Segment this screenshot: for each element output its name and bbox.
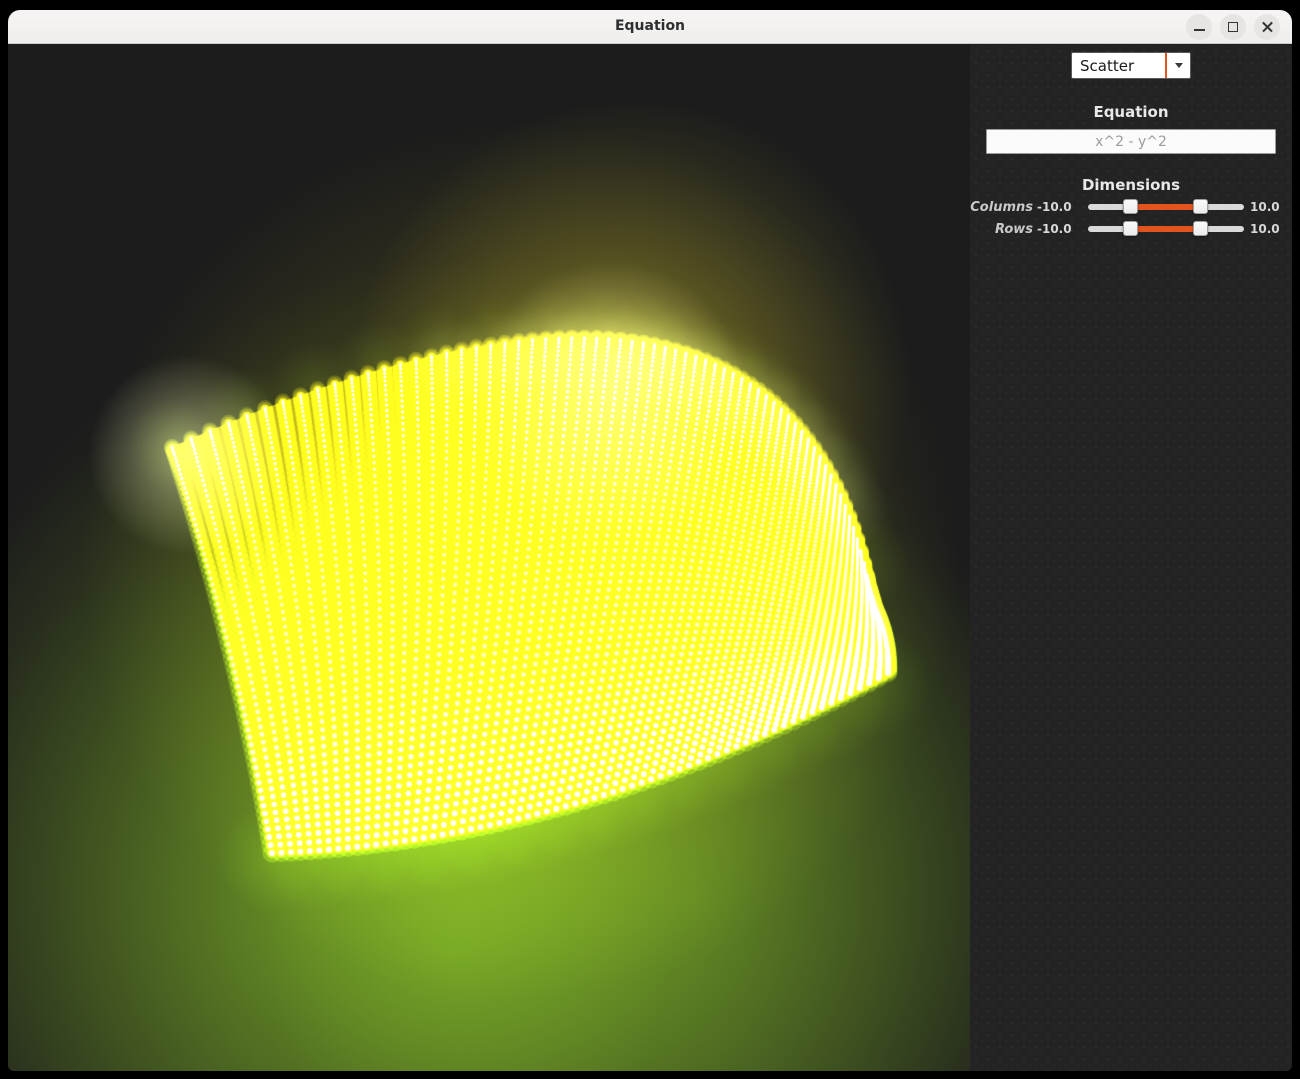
- slider-fill: [1131, 204, 1201, 210]
- dimensions-heading: Dimensions: [970, 177, 1292, 193]
- columns-max-value: 10.0: [1250, 200, 1280, 214]
- equation-input[interactable]: [986, 129, 1276, 154]
- columns-range-slider[interactable]: [1088, 204, 1244, 210]
- minimize-button[interactable]: [1186, 14, 1212, 40]
- window-controls: [1186, 14, 1280, 40]
- columns-low-handle[interactable]: [1123, 199, 1138, 214]
- plot-type-value: Scatter: [1072, 57, 1165, 75]
- rows-min-value: -10.0: [1037, 222, 1071, 236]
- dropdown-arrow-button[interactable]: [1167, 63, 1190, 68]
- minimize-icon: [1194, 29, 1205, 31]
- settings-panel: Scatter Equation Dimensions Columns -10.…: [970, 45, 1292, 1071]
- window-content: Scatter Equation Dimensions Columns -10.…: [8, 45, 1292, 1071]
- close-icon: [1261, 21, 1274, 34]
- window-title: Equation: [8, 10, 1292, 43]
- rows-low-handle[interactable]: [1123, 221, 1138, 236]
- close-button[interactable]: [1254, 14, 1280, 40]
- slider-fill: [1131, 226, 1201, 232]
- rows-label: Rows: [970, 222, 1033, 237]
- columns-label: Columns: [970, 200, 1033, 215]
- titlebar[interactable]: Equation: [8, 10, 1292, 44]
- columns-high-handle[interactable]: [1193, 199, 1208, 214]
- equation-heading: Equation: [970, 104, 1292, 120]
- rows-slider-row: Rows -10.0 10.0: [970, 218, 1292, 240]
- chevron-down-icon: [1175, 63, 1183, 68]
- maximize-button[interactable]: [1220, 14, 1246, 40]
- scatter-plot-canvas[interactable]: [8, 45, 970, 1071]
- rows-high-handle[interactable]: [1193, 221, 1208, 236]
- plot-type-dropdown[interactable]: Scatter: [1071, 52, 1191, 79]
- rows-range-slider[interactable]: [1088, 226, 1244, 232]
- columns-min-value: -10.0: [1037, 200, 1071, 214]
- app-window: Equation Scatter Equation: [8, 10, 1292, 1071]
- rows-max-value: 10.0: [1250, 222, 1280, 236]
- maximize-icon: [1228, 22, 1238, 32]
- columns-slider-row: Columns -10.0 10.0: [970, 196, 1292, 218]
